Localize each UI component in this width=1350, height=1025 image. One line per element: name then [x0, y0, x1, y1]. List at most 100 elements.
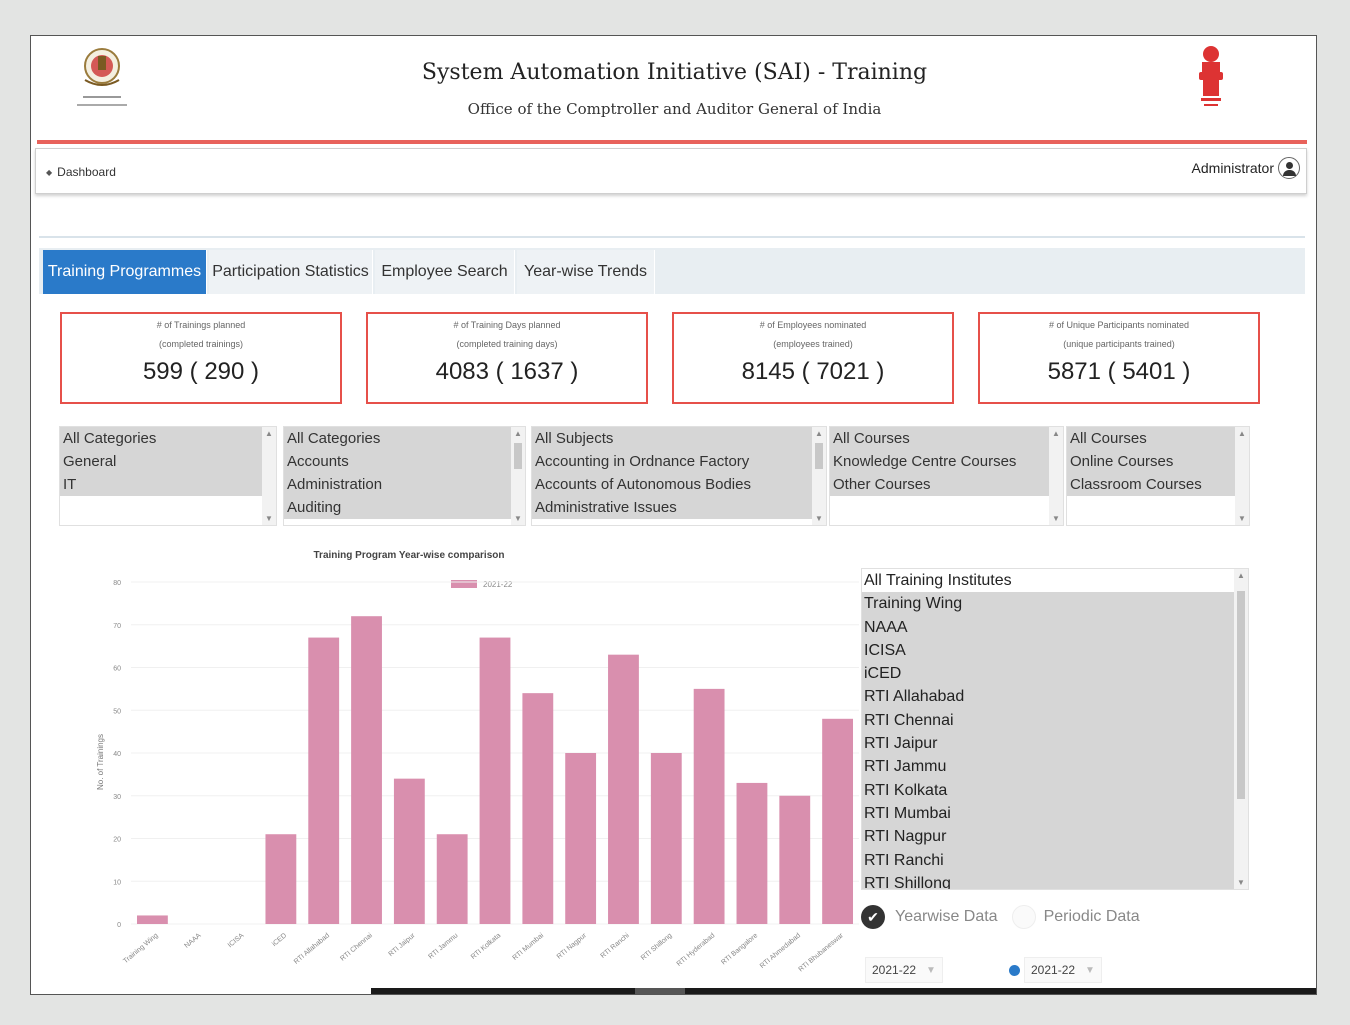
horizontal-scrollbar[interactable] — [371, 988, 1316, 994]
user-avatar-icon[interactable] — [1278, 157, 1300, 179]
chart-bar[interactable] — [393, 778, 425, 924]
listbox-option[interactable]: Online Courses — [1067, 450, 1249, 473]
institute-option[interactable]: ICISA — [862, 638, 1248, 663]
institute-option[interactable]: RTI Chennai — [862, 708, 1248, 733]
listbox-option[interactable]: Administrative Issues — [532, 496, 826, 519]
scroll-thumb[interactable] — [1237, 591, 1245, 799]
institute-option[interactable]: RTI Allahabad — [862, 685, 1248, 709]
chart-bar[interactable] — [608, 654, 639, 924]
listbox-option[interactable]: All Courses — [830, 427, 1063, 450]
chart-bar[interactable] — [822, 718, 854, 924]
scroll-up-icon[interactable]: ▲ — [262, 429, 276, 438]
listbox-option[interactable]: Knowledge Centre Courses — [830, 450, 1063, 473]
listbox-option[interactable]: All Categories — [284, 427, 525, 450]
chart-bar[interactable] — [650, 753, 682, 924]
yearwise-radio-checked-icon[interactable]: ✔ — [861, 905, 885, 929]
chart-bar[interactable] — [436, 834, 468, 924]
institute-option[interactable]: All Training Institutes — [862, 569, 1248, 592]
x-tick-label: NAAA — [183, 932, 202, 950]
listbox-option[interactable]: Accounts of Autonomous Bodies — [532, 473, 826, 496]
tab-employee-search[interactable]: Employee Search — [375, 250, 515, 294]
breadcrumb[interactable]: ◆ Dashboard — [46, 165, 116, 179]
scroll-down-icon[interactable]: ▼ — [1234, 878, 1248, 887]
listbox-option[interactable]: All Categories — [60, 427, 276, 450]
chart-bar[interactable] — [265, 834, 297, 924]
breadcrumb-dashboard[interactable]: Dashboard — [57, 165, 116, 179]
chart-bar[interactable] — [308, 637, 340, 924]
tab-yearwise-trends[interactable]: Year-wise Trends — [517, 250, 655, 294]
stat-card-unique-participants: # of Unique Participants nominated (uniq… — [978, 312, 1260, 404]
scroll-thumb[interactable] — [635, 988, 685, 994]
scroll-down-icon[interactable]: ▼ — [1049, 514, 1063, 523]
institute-option[interactable]: Training Wing — [862, 592, 1248, 616]
institute-option[interactable]: RTI Mumbai — [862, 801, 1248, 826]
y-tick-label: 80 — [113, 580, 121, 587]
listbox-option[interactable]: Accounting in Ordnance Factory — [532, 450, 826, 473]
scroll-down-icon[interactable]: ▼ — [262, 514, 276, 523]
yearwise-radio-label[interactable]: Yearwise Data — [895, 908, 998, 926]
tab-training-programmes[interactable]: Training Programmes — [43, 250, 207, 294]
chart-bar[interactable] — [522, 693, 554, 924]
scroll-up-icon[interactable]: ▲ — [1235, 429, 1249, 438]
scrollbar[interactable]: ▲ ▼ — [511, 427, 525, 525]
chart-bar[interactable] — [479, 637, 511, 924]
chart-bar[interactable] — [136, 915, 168, 924]
scroll-thumb[interactable] — [815, 443, 823, 469]
institute-option[interactable]: NAAA — [862, 615, 1248, 639]
subject-listbox[interactable]: All Subjects Accounting in Ordnance Fact… — [531, 426, 827, 526]
course-type-listbox[interactable]: All Courses Knowledge Centre Courses Oth… — [829, 426, 1064, 526]
user-menu[interactable]: Administrator — [1192, 157, 1300, 179]
x-tick-label: RTI Bhubaneswar — [798, 932, 846, 974]
app-window: System Automation Initiative (SAI) - Tra… — [30, 35, 1317, 995]
chart-bar[interactable] — [351, 616, 382, 924]
chart-bar[interactable] — [693, 688, 725, 924]
scrollbar[interactable]: ▲ ▼ — [1235, 427, 1249, 525]
scroll-down-icon[interactable]: ▼ — [1235, 514, 1249, 523]
category-listbox[interactable]: All Categories General IT ▲ ▼ — [59, 426, 277, 526]
listbox-option[interactable]: All Subjects — [532, 427, 826, 450]
scrollbar[interactable]: ▲ ▼ — [1234, 569, 1248, 889]
listbox-option[interactable]: Other Courses — [830, 473, 1063, 496]
scrollbar[interactable]: ▲ ▼ — [262, 427, 276, 525]
chart-bar[interactable] — [565, 753, 597, 924]
user-name: Administrator — [1191, 160, 1274, 176]
listbox-option[interactable]: All Courses — [1067, 427, 1249, 450]
institute-option[interactable]: RTI Shillong — [862, 871, 1248, 889]
tab-participation-statistics[interactable]: Participation Statistics — [209, 250, 373, 294]
listbox-option[interactable]: Classroom Courses — [1067, 473, 1249, 496]
scroll-up-icon[interactable]: ▲ — [1049, 429, 1063, 438]
scroll-down-icon[interactable]: ▼ — [812, 514, 826, 523]
institute-option[interactable]: RTI Nagpur — [862, 825, 1248, 849]
institutes-listbox[interactable]: All Training Institutes Training Wing NAAA… — [861, 568, 1249, 890]
from-year-select[interactable]: 2021-22 ▼ — [865, 957, 943, 983]
listbox-option[interactable]: IT — [60, 473, 276, 496]
scroll-down-icon[interactable]: ▼ — [511, 514, 525, 523]
listbox-option[interactable]: Administration — [284, 473, 525, 496]
periodic-radio-label[interactable]: Periodic Data — [1044, 908, 1140, 926]
x-tick-label: ICISA — [227, 932, 246, 949]
institute-option[interactable]: RTI Jaipur — [862, 732, 1248, 756]
stat-label: # of Employees nominated — [759, 320, 867, 330]
scrollbar[interactable]: ▲ ▼ — [812, 427, 826, 525]
scroll-up-icon[interactable]: ▲ — [1234, 571, 1248, 580]
periodic-radio[interactable] — [1011, 905, 1036, 929]
scroll-up-icon[interactable]: ▲ — [511, 429, 525, 438]
scrollbar[interactable]: ▲ ▼ — [1049, 427, 1063, 525]
to-year-select[interactable]: 2021-22 ▼ — [1024, 957, 1102, 983]
listbox-option[interactable]: Auditing — [284, 496, 525, 519]
subcategory-listbox[interactable]: All Categories Accounts Administration A… — [283, 426, 526, 526]
institute-option[interactable]: RTI Ranchi — [862, 848, 1248, 872]
chart-bar[interactable] — [736, 782, 768, 924]
institute-option[interactable]: RTI Kolkata — [862, 778, 1248, 802]
chevron-down-icon: ▼ — [926, 964, 936, 976]
institute-option[interactable]: iCED — [862, 662, 1248, 686]
y-tick-label: 10 — [113, 879, 121, 886]
scroll-thumb[interactable] — [514, 443, 522, 469]
institute-option[interactable]: RTI Jammu — [862, 755, 1248, 779]
chart-bar[interactable] — [779, 795, 811, 924]
scroll-up-icon[interactable]: ▲ — [812, 429, 826, 438]
listbox-option[interactable]: General — [60, 450, 276, 473]
course-mode-listbox[interactable]: All Courses Online Courses Classroom Cou… — [1066, 426, 1250, 526]
listbox-option[interactable]: Accounts — [284, 450, 525, 473]
x-tick-label: RTI Shillong — [640, 932, 674, 962]
